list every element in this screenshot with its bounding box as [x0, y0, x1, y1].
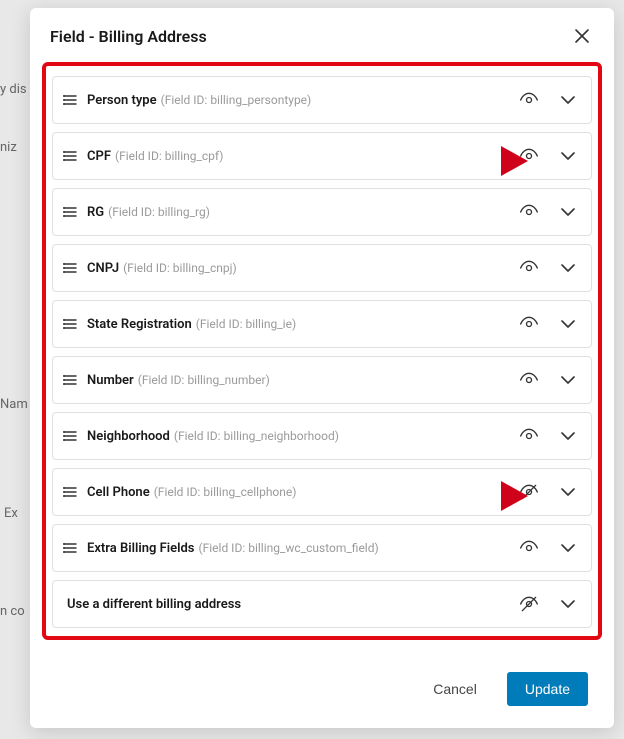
field-name: CNPJ	[87, 261, 119, 276]
chevron-down-icon	[559, 595, 577, 613]
visibility-on-icon[interactable]	[519, 314, 539, 334]
visibility-on-icon[interactable]	[519, 202, 539, 222]
chevron-down-icon	[559, 483, 577, 501]
chevron-down-icon	[559, 259, 577, 277]
field-row[interactable]: Cell Phone (Field ID: billing_cellphone)	[52, 468, 592, 516]
field-row[interactable]: State Registration (Field ID: billing_ie)	[52, 300, 592, 348]
field-name: Number	[87, 373, 134, 388]
field-row[interactable]: Neighborhood (Field ID: billing_neighborh…	[52, 412, 592, 460]
field-list: Person type (Field ID: billing_persontype…	[42, 62, 602, 640]
visibility-on-icon[interactable]	[519, 146, 539, 166]
chevron-down-icon	[559, 539, 577, 557]
bg-text: n co	[0, 604, 25, 619]
field-name: Neighborhood	[87, 429, 170, 444]
visibility-on-icon[interactable]	[519, 90, 539, 110]
field-name: Use a different billing address	[67, 597, 241, 612]
expand-toggle[interactable]	[557, 425, 579, 447]
drag-handle-icon[interactable]	[63, 429, 77, 443]
chevron-down-icon	[559, 427, 577, 445]
chevron-down-icon	[559, 371, 577, 389]
chevron-down-icon	[559, 147, 577, 165]
field-row[interactable]: CPF (Field ID: billing_cpf)	[52, 132, 592, 180]
expand-toggle[interactable]	[557, 257, 579, 279]
drag-handle-icon[interactable]	[63, 317, 77, 331]
expand-toggle[interactable]	[557, 481, 579, 503]
field-name: State Registration	[87, 317, 192, 332]
visibility-on-icon[interactable]	[519, 370, 539, 390]
visibility-on-icon[interactable]	[519, 258, 539, 278]
field-id: (Field ID: billing_neighborhood)	[174, 429, 339, 443]
field-name: RG	[87, 205, 104, 220]
field-id: (Field ID: billing_cellphone)	[154, 485, 297, 499]
field-id: (Field ID: billing_wc_custom_field)	[199, 541, 379, 555]
expand-toggle[interactable]	[557, 201, 579, 223]
bg-text: y dis	[0, 82, 27, 97]
field-row[interactable]: Extra Billing Fields (Field ID: billing_w…	[52, 524, 592, 572]
field-id: (Field ID: billing_cpf)	[115, 149, 223, 163]
visibility-off-icon[interactable]	[519, 594, 539, 614]
field-id: (Field ID: billing_cnpj)	[123, 261, 237, 275]
drag-handle-icon[interactable]	[63, 205, 77, 219]
drag-handle-icon[interactable]	[63, 373, 77, 387]
expand-toggle[interactable]	[557, 89, 579, 111]
expand-toggle[interactable]	[557, 145, 579, 167]
field-name: Extra Billing Fields	[87, 541, 195, 556]
field-name: Cell Phone	[87, 485, 150, 500]
field-row[interactable]: CNPJ (Field ID: billing_cnpj)	[52, 244, 592, 292]
field-row[interactable]: Person type (Field ID: billing_persontype…	[52, 76, 592, 124]
visibility-on-icon[interactable]	[519, 426, 539, 446]
close-button[interactable]	[570, 24, 594, 48]
drag-handle-icon[interactable]	[63, 149, 77, 163]
bg-text: Ex	[4, 506, 18, 521]
field-id: (Field ID: billing_ie)	[196, 317, 296, 331]
field-id: (Field ID: billing_number)	[138, 373, 270, 387]
cancel-button[interactable]: Cancel	[419, 673, 491, 705]
expand-toggle[interactable]	[557, 313, 579, 335]
drag-handle-icon[interactable]	[63, 541, 77, 555]
field-name: Person type	[87, 93, 157, 108]
field-id: (Field ID: billing_persontype)	[161, 93, 312, 107]
chevron-down-icon	[559, 91, 577, 109]
update-button[interactable]: Update	[507, 672, 588, 706]
close-icon	[574, 28, 590, 44]
expand-toggle[interactable]	[557, 369, 579, 391]
drag-handle-icon[interactable]	[63, 93, 77, 107]
field-row[interactable]: Number (Field ID: billing_number)	[52, 356, 592, 404]
modal-title: Field - Billing Address	[50, 27, 207, 46]
expand-toggle[interactable]	[557, 537, 579, 559]
expand-toggle[interactable]	[557, 593, 579, 615]
field-row[interactable]: Use a different billing address	[52, 580, 592, 628]
visibility-on-icon[interactable]	[519, 538, 539, 558]
chevron-down-icon	[559, 203, 577, 221]
visibility-off-icon[interactable]	[519, 482, 539, 502]
field-row[interactable]: RG (Field ID: billing_rg)	[52, 188, 592, 236]
chevron-down-icon	[559, 315, 577, 333]
bg-text: Nam	[0, 397, 28, 412]
drag-handle-icon[interactable]	[63, 485, 77, 499]
field-id: (Field ID: billing_rg)	[108, 205, 210, 219]
modal-dialog: Field - Billing Address Person type (Fiel…	[30, 8, 614, 728]
bg-text: niz	[0, 140, 17, 155]
field-name: CPF	[87, 149, 111, 164]
drag-handle-icon[interactable]	[63, 261, 77, 275]
